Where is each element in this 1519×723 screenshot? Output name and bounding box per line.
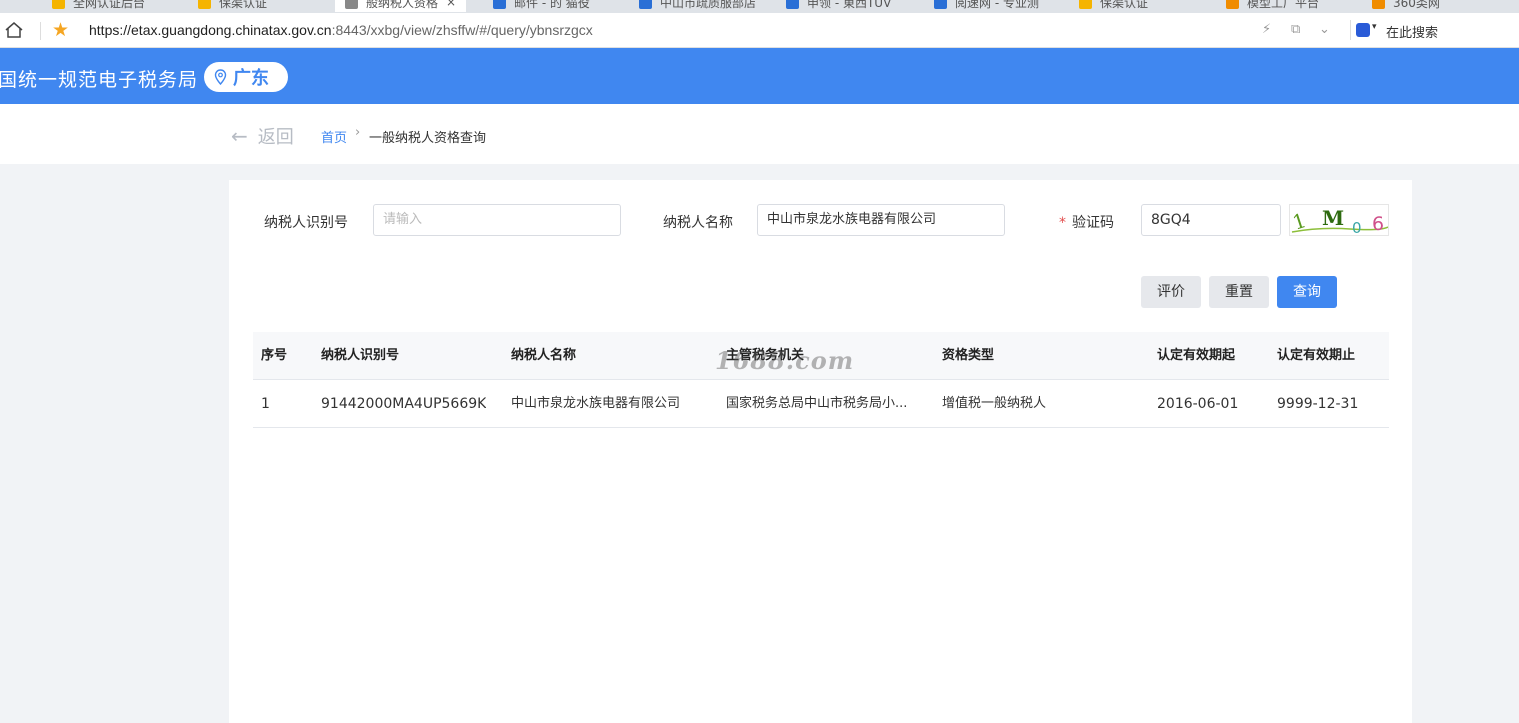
tab-favicon-icon: [934, 0, 947, 9]
captcha-image[interactable]: 1 M 0 6: [1289, 204, 1389, 236]
query-button[interactable]: 查询: [1277, 276, 1337, 308]
column-header-index: 序号: [261, 348, 288, 363]
breadcrumb-current: 一般纳税人资格查询: [369, 131, 487, 146]
column-header-tax-authority: 主管税务机关: [726, 348, 805, 363]
cell-valid-to: 9999-12-31: [1277, 396, 1359, 412]
tab-label: 中山市疏质服部店: [660, 0, 757, 10]
home-icon[interactable]: [4, 21, 24, 39]
column-header-taxpayer-name: 纳税人名称: [511, 348, 577, 363]
lightning-icon[interactable]: ⚡: [1262, 22, 1271, 38]
back-button[interactable]: ← 返回: [231, 123, 294, 149]
table-row[interactable]: 1 91442000MA4UP5669K 中山市泉龙水族电器有限公司 国家税务总…: [253, 380, 1389, 428]
tab-label: 阅速网 - 专业测: [955, 0, 1039, 10]
cell-valid-from: 2016-06-01: [1157, 396, 1239, 412]
tab-favicon-icon: [345, 0, 358, 9]
browser-tab[interactable]: 模型工厂平台: [1226, 0, 1319, 12]
svg-text:M: M: [1322, 206, 1344, 230]
share-icon[interactable]: ⧉: [1291, 22, 1300, 38]
caret-down-icon[interactable]: ▾: [1372, 22, 1377, 32]
captcha-label-text: 验证码: [1072, 215, 1114, 231]
browser-tab[interactable]: 中山市疏质服部店: [639, 0, 756, 12]
arrow-left-icon: ←: [231, 124, 248, 148]
captcha-label: * 验证码: [1059, 212, 1114, 232]
browser-tab[interactable]: 360类网: [1372, 0, 1440, 12]
toolbar-divider: [1350, 20, 1351, 40]
required-asterisk: *: [1059, 215, 1066, 231]
column-header-valid-to: 认定有效期止: [1277, 348, 1356, 363]
browser-tab[interactable]: 邮件 - 的 猫役: [493, 0, 590, 12]
column-header-taxpayer-id: 纳税人识别号: [321, 348, 400, 363]
breadcrumb-separator-icon: ›: [355, 125, 361, 140]
tab-favicon-icon: [639, 0, 652, 9]
site-title: 国统一规范电子税务局: [0, 69, 199, 91]
browser-tab-active[interactable]: 般纳税人资格 ×: [335, 0, 467, 12]
site-header: 国统一规范电子税务局 广东: [0, 48, 1519, 104]
column-header-qualification-type: 资格类型: [942, 348, 995, 363]
captcha-image-graphic: 1 M 0 6: [1290, 206, 1388, 236]
results-table: 序号 纳税人识别号 纳税人名称 主管税务机关 资格类型 认定有效期起 认定有效期…: [253, 332, 1389, 428]
cell-tax-authority: 国家税务总局中山市税务局小...: [726, 396, 908, 411]
table-header: 序号 纳税人识别号 纳税人名称 主管税务机关 资格类型 认定有效期起 认定有效期…: [253, 332, 1389, 380]
tab-label: 模型工厂平台: [1247, 0, 1320, 10]
browser-search-box[interactable]: 在此搜索: [1386, 22, 1438, 41]
bookmark-star-icon[interactable]: ★: [52, 19, 69, 41]
tab-label: 申领 - 東西TUV: [807, 0, 892, 10]
tab-close-icon[interactable]: ×: [446, 0, 456, 9]
browser-tab[interactable]: 阅速网 - 专业测: [934, 0, 1039, 12]
svg-text:1: 1: [1290, 208, 1309, 235]
breadcrumb: ← 返回 首页 › 一般纳税人资格查询: [0, 104, 1519, 164]
browser-address-bar: ★ https://etax.guangdong.chinatax.gov.cn…: [0, 13, 1519, 48]
taxpayer-name-label: 纳税人名称: [663, 215, 733, 231]
tab-label: 般纳税人资格: [366, 0, 439, 10]
region-selector[interactable]: 广东: [204, 62, 288, 92]
cell-index: 1: [261, 396, 270, 412]
tab-favicon-icon: [198, 0, 211, 9]
cell-qualification-type: 增值税一般纳税人: [942, 396, 1047, 411]
tab-favicon-icon: [786, 0, 799, 9]
browser-tab[interactable]: 保渠认证: [198, 0, 267, 12]
tab-favicon-icon: [493, 0, 506, 9]
evaluate-button[interactable]: 评价: [1141, 276, 1201, 308]
tab-favicon-icon: [1226, 0, 1239, 9]
taxpayer-name-input[interactable]: 中山市泉龙水族电器有限公司: [757, 204, 1005, 236]
captcha-input[interactable]: 8GQ4: [1141, 204, 1281, 236]
tab-label: 保渠认证: [1100, 0, 1149, 10]
tab-favicon-icon: [1372, 0, 1385, 9]
taxpayer-id-input[interactable]: 请输入: [373, 204, 621, 236]
tab-favicon-icon: [52, 0, 65, 9]
svg-text:0: 0: [1352, 219, 1362, 236]
tab-label: 保渠认证: [219, 0, 268, 10]
location-pin-icon: [214, 69, 227, 85]
url-path: :8443/xxbg/view/zhsffw/#/query/ybnsrzgcx: [331, 22, 593, 38]
tab-label: 邮件 - 的 猫役: [514, 0, 590, 10]
tab-label: 全网认证后台: [73, 0, 146, 10]
chevron-down-icon[interactable]: ⌄: [1319, 22, 1330, 38]
browser-tab[interactable]: 保渠认证: [1079, 0, 1148, 12]
svg-text:6: 6: [1372, 213, 1384, 235]
search-engine-icon[interactable]: [1356, 23, 1370, 37]
browser-tab-strip: 全网认证后台 保渠认证 般纳税人资格 × 邮件 - 的 猫役 中山市疏质服部店 申…: [0, 0, 1519, 13]
url-field[interactable]: https://etax.guangdong.chinatax.gov.cn:8…: [89, 22, 593, 38]
tab-label: 360类网: [1393, 0, 1440, 10]
tab-favicon-icon: [1079, 0, 1092, 9]
url-host: https://etax.guangdong.chinatax.gov.cn: [89, 22, 332, 38]
browser-tab[interactable]: 申领 - 東西TUV: [786, 0, 891, 12]
taxpayer-id-label: 纳税人识别号: [264, 215, 348, 231]
toolbar-divider: [40, 22, 41, 40]
browser-tab[interactable]: 全网认证后台: [52, 0, 145, 12]
region-label: 广东: [233, 68, 269, 89]
cell-taxpayer-id: 91442000MA4UP5669K: [321, 396, 487, 412]
back-label: 返回: [257, 127, 294, 148]
cell-taxpayer-name: 中山市泉龙水族电器有限公司: [511, 396, 681, 411]
breadcrumb-home-link[interactable]: 首页: [321, 127, 347, 146]
reset-button[interactable]: 重置: [1209, 276, 1269, 308]
query-card: 纳税人识别号 请输入 纳税人名称 中山市泉龙水族电器有限公司 * 验证码 8GQ4…: [229, 180, 1412, 723]
column-header-valid-from: 认定有效期起: [1157, 348, 1236, 363]
